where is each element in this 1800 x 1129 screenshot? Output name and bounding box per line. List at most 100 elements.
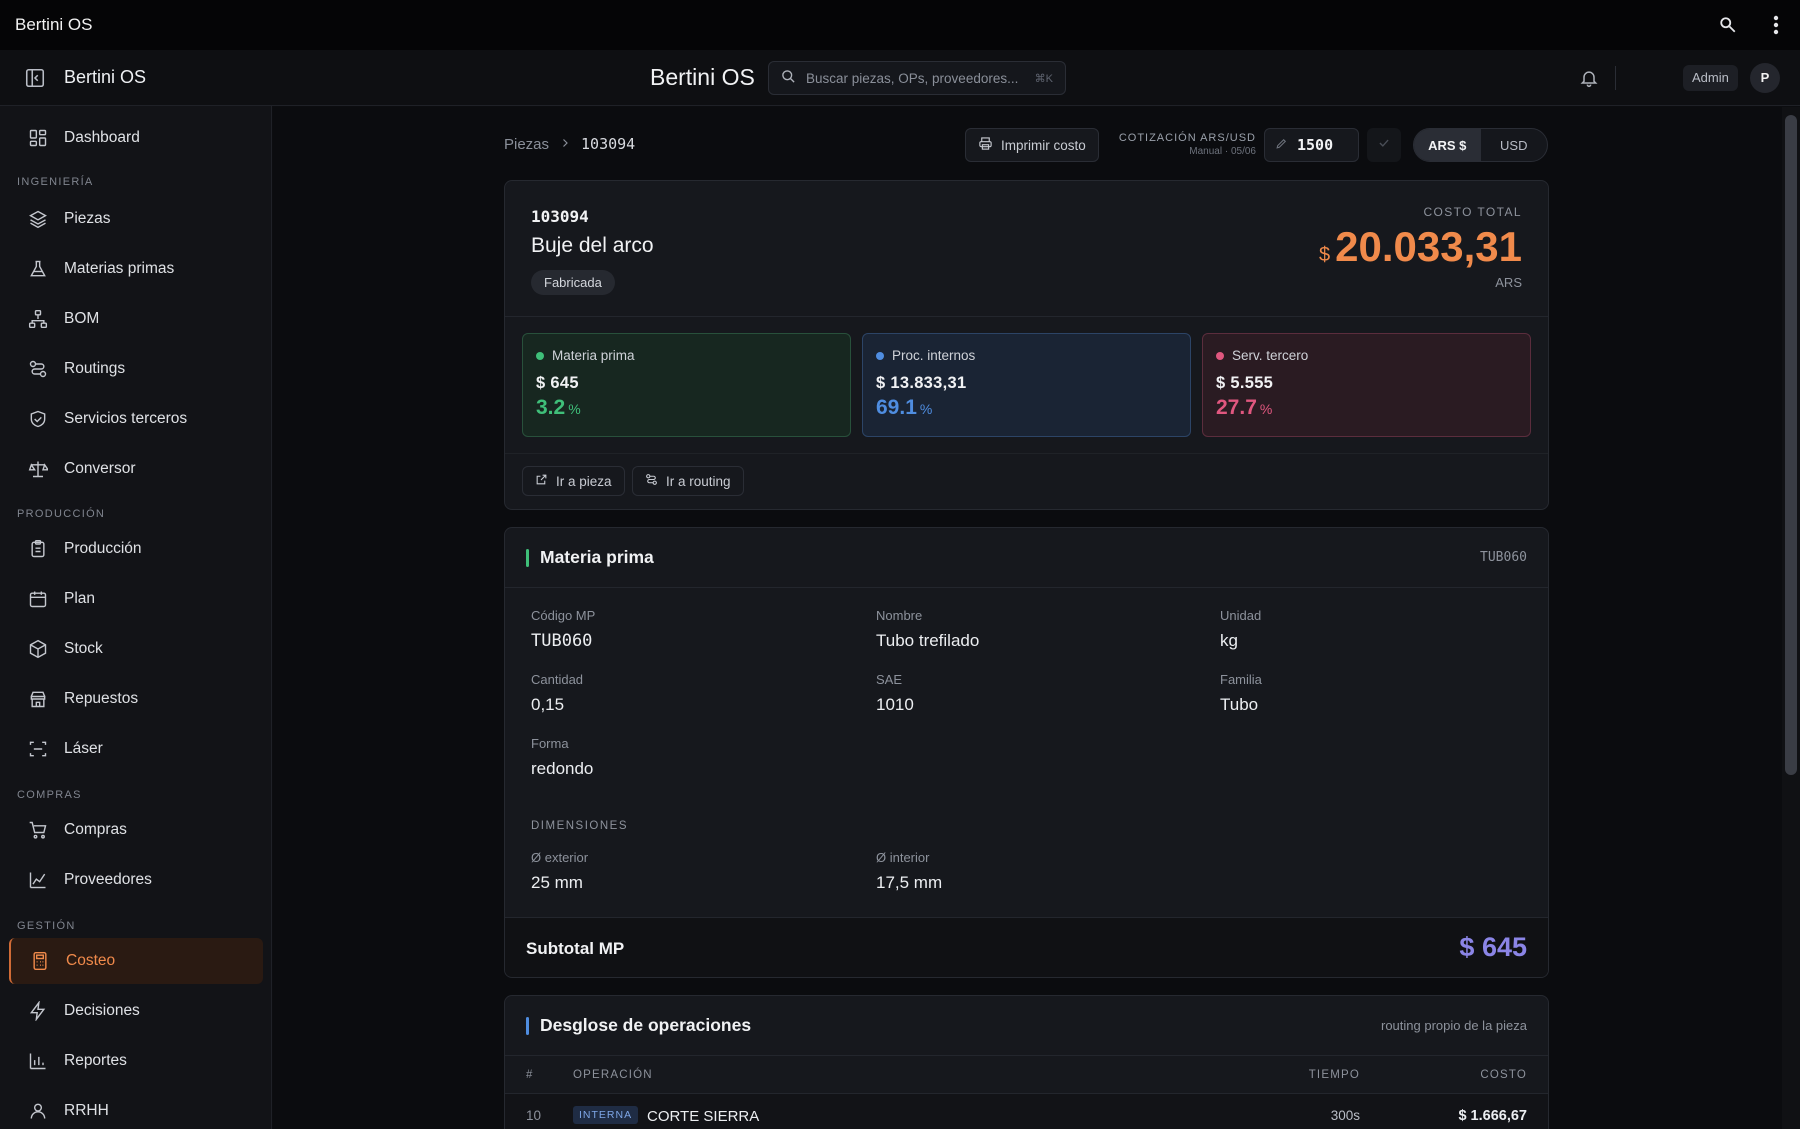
sidebar-item-decisiones[interactable]: Decisiones xyxy=(9,988,263,1034)
bucket-proc-internos: Proc. internos $ 13.833,31 69.1% xyxy=(862,333,1191,437)
sidebar-item-label: Materias primas xyxy=(64,260,175,277)
field-label: Forma xyxy=(531,736,569,751)
column-header-operacion: OPERACIÓN xyxy=(573,1069,653,1081)
sidebar: Dashboard INGENIERÍA Piezas Materias pri… xyxy=(0,106,272,1129)
sidebar-toggle-icon[interactable] xyxy=(24,67,46,89)
material-code-tag: TUB060 xyxy=(1480,550,1527,565)
check-icon xyxy=(1377,136,1391,154)
exchange-rate-title: COTIZACIÓN ARS/USD xyxy=(1118,132,1256,144)
go-to-part-label: Ir a pieza xyxy=(556,473,612,489)
subtotal-value: $ 645 xyxy=(1459,932,1527,962)
field-codigo-mp: Código MP TUB060 xyxy=(531,608,595,651)
exchange-rate-label: COTIZACIÓN ARS/USD Manual · 05/06 xyxy=(1110,132,1256,157)
sidebar-item-label: Producción xyxy=(64,540,142,557)
sidebar-item-materias-primas[interactable]: Materias primas xyxy=(9,246,263,292)
field-value: 17,5 mm xyxy=(876,873,943,892)
sidebar-item-dashboard[interactable]: Dashboard xyxy=(9,115,263,161)
exchange-rate-input[interactable]: 1500 xyxy=(1264,128,1359,162)
operations-card: Desglose de operaciones routing propio d… xyxy=(504,995,1549,1129)
section-label-gestion: GESTIÓN xyxy=(17,920,76,932)
bar-chart-icon xyxy=(27,1050,49,1072)
sidebar-item-compras[interactable]: Compras xyxy=(9,807,263,853)
pencil-icon xyxy=(1275,137,1288,154)
field-diametro-exterior: Ø exterior 25 mm xyxy=(531,850,588,893)
sidebar-item-bom[interactable]: BOM xyxy=(9,296,263,342)
field-label: Código MP xyxy=(531,608,596,623)
total-cost-value: 20.033,31 xyxy=(1335,223,1522,270)
sidebar-item-piezas[interactable]: Piezas xyxy=(9,196,263,242)
search-placeholder: Buscar piezas, OPs, proveedores... xyxy=(806,70,1019,86)
global-search-input[interactable]: Buscar piezas, OPs, proveedores... ⌘K xyxy=(768,61,1066,95)
handshake-icon xyxy=(27,408,49,430)
printer-icon xyxy=(978,136,993,154)
card-header: Desglose de operaciones routing propio d… xyxy=(505,996,1548,1056)
field-value: kg xyxy=(1220,631,1238,650)
sidebar-item-produccion[interactable]: Producción xyxy=(9,526,263,572)
divider xyxy=(505,316,1548,317)
sidebar-item-reportes[interactable]: Reportes xyxy=(9,1038,263,1084)
scale-icon xyxy=(27,458,49,480)
flask-icon xyxy=(27,258,49,280)
currency-ars-option[interactable]: ARS $ xyxy=(1414,129,1481,161)
breadcrumb: Piezas 103094 xyxy=(504,135,635,153)
more-vertical-icon[interactable] xyxy=(1773,15,1779,35)
sidebar-item-rrhh[interactable]: RRHH xyxy=(9,1088,263,1129)
sidebar-item-label: Conversor xyxy=(64,460,136,477)
search-shortcut: ⌘K xyxy=(1034,72,1053,85)
field-value: 25 mm xyxy=(531,873,583,892)
sidebar-item-label: Láser xyxy=(64,740,103,757)
card-header: Materia prima TUB060 xyxy=(505,528,1548,588)
go-to-part-button[interactable]: Ir a pieza xyxy=(522,466,625,496)
sidebar-item-servicios-terceros[interactable]: Servicios terceros xyxy=(9,396,263,442)
search-icon[interactable] xyxy=(1719,16,1737,34)
sidebar-item-stock[interactable]: Stock xyxy=(9,626,263,672)
bucket-percent-value: 3.2 xyxy=(536,396,566,419)
sidebar-item-costeo[interactable]: Costeo xyxy=(9,938,263,984)
sidebar-item-repuestos[interactable]: Repuestos xyxy=(9,676,263,722)
sidebar-item-label: Proveedores xyxy=(64,871,152,888)
sidebar-item-plan[interactable]: Plan xyxy=(9,576,263,622)
field-label: Nombre xyxy=(876,608,923,623)
sidebar-item-proveedores[interactable]: Proveedores xyxy=(9,857,263,903)
bucket-serv-tercero: Serv. tercero $ 5.555 27.7% xyxy=(1202,333,1531,437)
field-label: Ø exterior xyxy=(531,850,589,865)
exchange-rate-source: Manual · 05/06 xyxy=(1189,146,1256,157)
sidebar-item-routings[interactable]: Routings xyxy=(9,346,263,392)
table-row[interactable]: 10 INTERNA CORTE SIERRA 300s $ 1.666,67 xyxy=(505,1094,1548,1129)
main-scrollbar[interactable] xyxy=(1782,107,1800,1129)
field-sae: SAE 1010 xyxy=(876,672,914,715)
currency-toggle: ARS $ USD xyxy=(1413,128,1548,162)
sidebar-item-label: Decisiones xyxy=(64,1002,140,1019)
confirm-rate-button[interactable] xyxy=(1367,128,1401,162)
notifications-bell-icon[interactable] xyxy=(1579,67,1599,93)
print-cost-button[interactable]: Imprimir costo xyxy=(965,128,1099,162)
routing-note: routing propio de la pieza xyxy=(1381,1018,1527,1033)
user-avatar[interactable]: P xyxy=(1750,63,1780,93)
section-label-ingenieria: INGENIERÍA xyxy=(17,176,94,188)
sidebar-item-label: Reportes xyxy=(64,1052,127,1069)
breadcrumb-piezas-link[interactable]: Piezas xyxy=(504,136,549,153)
scan-icon xyxy=(27,738,49,760)
calendar-icon xyxy=(27,588,49,610)
sidebar-item-laser[interactable]: Láser xyxy=(9,726,263,772)
chevron-right-icon xyxy=(559,136,571,153)
sidebar-item-label: BOM xyxy=(64,310,100,327)
part-code: 103094 xyxy=(531,207,589,226)
field-forma: Forma redondo xyxy=(531,736,593,779)
field-nombre: Nombre Tubo trefilado xyxy=(876,608,979,651)
sidebar-item-label: Compras xyxy=(64,821,127,838)
field-diametro-interior: Ø interior 17,5 mm xyxy=(876,850,942,893)
scrollbar-thumb[interactable] xyxy=(1785,115,1797,775)
go-to-routing-button[interactable]: Ir a routing xyxy=(632,466,744,496)
print-cost-label: Imprimir costo xyxy=(1001,137,1086,153)
field-value: redondo xyxy=(531,759,594,778)
exchange-rate-value: 1500 xyxy=(1297,136,1334,154)
currency-usd-option[interactable]: USD xyxy=(1481,129,1548,161)
part-name: Buje del arco xyxy=(531,234,654,257)
field-label: Ø interior xyxy=(876,850,930,865)
sidebar-item-label: Servicios terceros xyxy=(64,410,188,427)
sidebar-item-conversor[interactable]: Conversor xyxy=(9,446,263,492)
page-title: Bertini OS xyxy=(650,64,755,90)
field-label: SAE xyxy=(876,672,903,687)
bucket-percent: 3.2% xyxy=(536,396,581,420)
